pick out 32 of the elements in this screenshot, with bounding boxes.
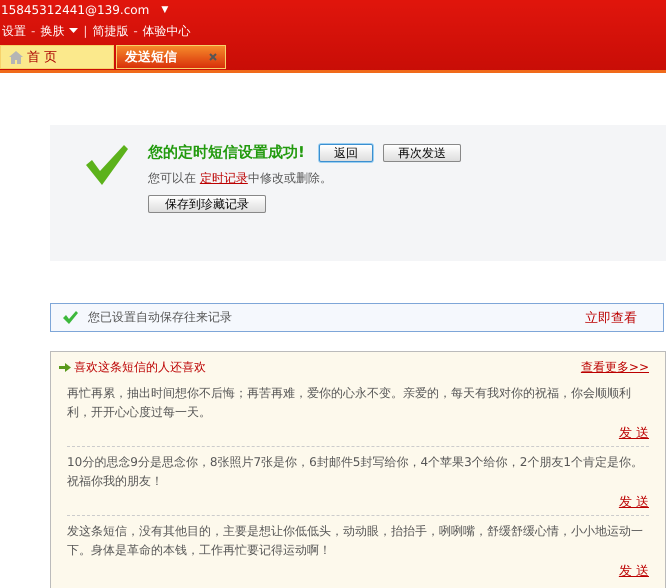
home-icon <box>9 50 23 64</box>
send-link[interactable]: 发 送 <box>618 424 649 442</box>
arrow-icon <box>59 362 71 372</box>
header-link[interactable]: 换肤 <box>40 22 64 40</box>
save-button[interactable]: 保存到珍藏记录 <box>148 195 266 213</box>
header-link[interactable]: 设置 <box>2 22 26 40</box>
action-button[interactable]: 再次发送 <box>382 144 461 162</box>
header-link[interactable]: 简捷版 <box>92 22 128 40</box>
separator: - <box>31 24 36 38</box>
view-link[interactable]: 立即查看 <box>585 308 637 326</box>
tab[interactable]: 首 页 <box>0 45 114 69</box>
success-note: 您可以在 定时记录中修改或删除。 <box>148 170 333 187</box>
schedule-link[interactable]: 定时记录 <box>200 171 248 185</box>
send-link[interactable]: 发 送 <box>618 493 649 511</box>
separator: - <box>133 24 138 38</box>
dropdown-caret[interactable]: ▼ <box>161 5 168 15</box>
message-text: 发这条短信，没有其他目的，主要是想让你低低头，动动眼，抬抬手，咧咧嘴，舒缓舒缓心情，小小地运动一下。身体是革命的本钱，工作再忙要记得运动啊！ <box>67 523 644 559</box>
caret-icon[interactable] <box>69 28 78 34</box>
tab[interactable]: 发送短信 <box>116 45 226 69</box>
message-text: 10分的思念9分是思念你，8张照片7张是你，6封邮件5封写给你，4个苹果3个给你，2个朋友1个肯定是你。祝福你我的朋友！ <box>67 454 644 490</box>
notice-text: 您已设置自动保存往来记录 <box>88 309 232 326</box>
more-link[interactable]: 查看更多>> <box>580 358 649 376</box>
send-link[interactable]: 发 送 <box>618 562 649 580</box>
success-title: 您的定时短信设置成功! <box>148 143 305 162</box>
separator: | <box>83 24 88 38</box>
action-button[interactable]: 返回 <box>318 144 373 162</box>
recommend-title: 喜欢这条短信的人还喜欢 <box>74 358 206 376</box>
account-email[interactable]: 15845312441@139.com <box>1 3 150 17</box>
checkmark-icon <box>63 311 78 324</box>
message-text: 再忙再累，抽出时间想你不后悔；再苦再难，爱你的心永不变。亲爱的，每天有我对你的祝福，你会顺顺利利，开开心心度过每一天。 <box>67 385 632 421</box>
header-link[interactable]: 体验中心 <box>142 22 191 40</box>
checkmark-icon <box>86 145 128 185</box>
